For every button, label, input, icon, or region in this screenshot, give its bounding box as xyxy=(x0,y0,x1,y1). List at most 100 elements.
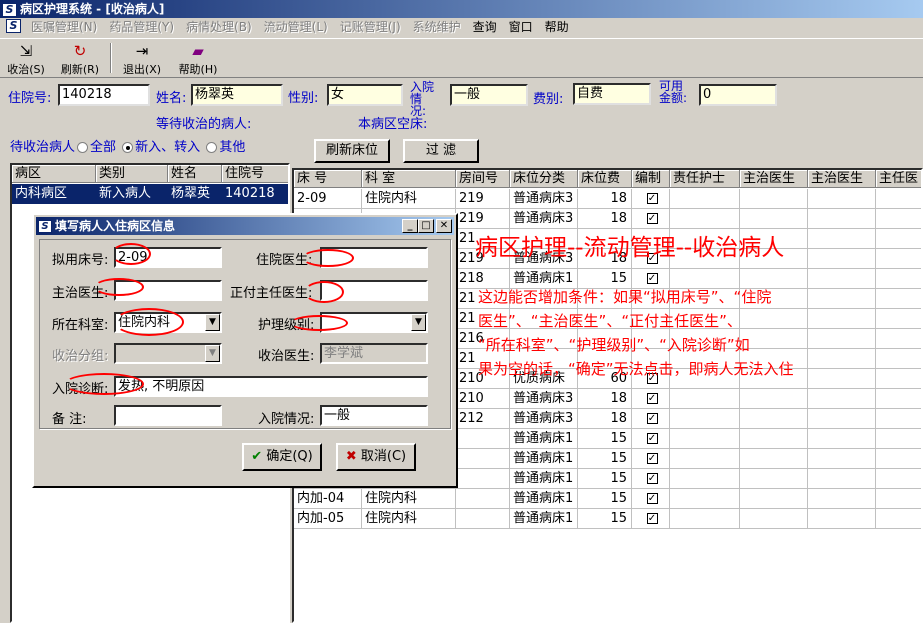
annotation-heading: 病区护理--流动管理--收治病人 xyxy=(475,235,785,261)
table-row[interactable]: 内加-05 住院内科 普通病床1 15 ✓ xyxy=(294,509,921,529)
table-cell xyxy=(876,469,921,489)
diagnosis-field[interactable]: 发热, 不明原因 xyxy=(114,376,428,397)
close-icon[interactable]: ✕ xyxy=(436,219,452,233)
checkbox-checked-icon[interactable]: ✓ xyxy=(646,513,658,524)
dialog-admit-status-field[interactable]: 一般 xyxy=(320,405,428,426)
chevron-down-icon[interactable]: ▼ xyxy=(205,314,220,331)
table-cell xyxy=(740,469,808,489)
minimize-icon[interactable]: _ xyxy=(402,219,418,233)
table-cell: 普通病床1 xyxy=(510,489,578,509)
col-ward[interactable]: 病区 xyxy=(12,165,96,183)
checkbox-checked-icon[interactable]: ✓ xyxy=(646,433,658,444)
waiting-filter-label: 待收治病人 xyxy=(10,140,76,155)
table-cell: 普通病床1 xyxy=(510,469,578,489)
staffed-checkbox: ✓ xyxy=(632,389,670,409)
menu-drugs[interactable]: 药品管理(Y) xyxy=(103,18,180,36)
table-row[interactable]: 2-09 住院内科 219 普通病床3 18 ✓ xyxy=(294,189,921,209)
col-dept[interactable]: 科 室 xyxy=(362,170,456,188)
table-cell xyxy=(740,309,808,329)
col-bed-no[interactable]: 床 号 xyxy=(294,170,362,188)
dialog-title: 填写病人入住病区信息 xyxy=(55,219,176,233)
help-book-icon: ▰ xyxy=(192,42,204,60)
table-cell: 普通病床1 xyxy=(510,509,578,529)
table-row[interactable]: 内科病区 新入病人 杨翠英 140218 xyxy=(12,184,288,204)
table-cell: 15 xyxy=(578,429,632,449)
checkbox-checked-icon[interactable]: ✓ xyxy=(646,413,658,424)
table-cell xyxy=(670,209,740,229)
menu-window[interactable]: 窗口 xyxy=(503,18,539,36)
table-cell xyxy=(670,189,740,209)
patient-sex-field[interactable]: 女 xyxy=(327,84,403,106)
table-cell xyxy=(876,289,921,309)
table-cell xyxy=(808,489,876,509)
checkbox-checked-icon[interactable]: ✓ xyxy=(646,193,658,204)
ok-button[interactable]: ✔ 确定(Q) xyxy=(242,443,322,471)
table-cell xyxy=(670,489,740,509)
fee-type-field[interactable]: 自费 xyxy=(573,83,651,105)
refresh-icon: ↻ xyxy=(73,42,87,60)
menu-app-icon[interactable]: S xyxy=(6,19,21,33)
help-button[interactable]: ▰ 帮助(H) xyxy=(172,41,224,77)
staffed-checkbox: ✓ xyxy=(632,429,670,449)
col-attending-2[interactable]: 主治医生 xyxy=(808,170,876,188)
col-attending-1[interactable]: 主治医生 xyxy=(740,170,808,188)
exit-button[interactable]: ⇥ 退出(X) xyxy=(116,41,168,77)
col-chief[interactable]: 主任医 xyxy=(876,170,921,188)
radio-all[interactable] xyxy=(77,142,89,153)
col-category[interactable]: 类别 xyxy=(96,165,168,183)
menu-help[interactable]: 帮助 xyxy=(539,18,575,36)
annotation-line: “所在科室”、“护理级别”、“入院诊断”如 xyxy=(478,336,750,354)
table-cell: 15 xyxy=(578,509,632,529)
table-cell xyxy=(808,389,876,409)
available-amount-field[interactable]: 0 xyxy=(699,84,777,106)
table-row[interactable]: 内加-04 住院内科 普通病床1 15 ✓ xyxy=(294,489,921,509)
fee-type-label: 费别: xyxy=(533,92,564,107)
menu-system[interactable]: 系统维护 xyxy=(407,18,467,36)
table-cell: 2-09 xyxy=(294,189,362,209)
checkbox-checked-icon[interactable]: ✓ xyxy=(646,493,658,504)
menu-query[interactable]: 查询 xyxy=(467,18,503,36)
menu-condition[interactable]: 病情处理(B) xyxy=(180,18,258,36)
table-cell xyxy=(808,209,876,229)
maximize-icon[interactable]: □ xyxy=(418,219,434,233)
checkbox-checked-icon[interactable]: ✓ xyxy=(646,213,658,224)
admit-status-label: 入院情况: xyxy=(410,80,435,118)
menu-flow[interactable]: 流动管理(L) xyxy=(258,18,334,36)
admit-status-field[interactable]: 一般 xyxy=(450,84,528,106)
table-cell: 内加-05 xyxy=(294,509,362,529)
table-cell xyxy=(670,429,740,449)
note-field[interactable] xyxy=(114,405,222,426)
radio-new-transfer[interactable] xyxy=(122,142,134,153)
table-cell: 18 xyxy=(578,389,632,409)
cancel-button[interactable]: ✖ 取消(C) xyxy=(336,443,416,471)
refresh-beds-button[interactable]: 刷新床位 xyxy=(314,139,390,163)
checkbox-checked-icon[interactable]: ✓ xyxy=(646,393,658,404)
col-bed-fee[interactable]: 床位费 xyxy=(578,170,632,188)
col-staffed[interactable]: 编制 xyxy=(632,170,670,188)
waiting-patients-label: 等待收治的病人: xyxy=(156,117,252,132)
table-cell: 210 xyxy=(456,389,510,409)
admit-button[interactable]: ⇲ 收治(S) xyxy=(0,41,52,77)
menu-billing[interactable]: 记账管理(J) xyxy=(334,18,407,36)
checkbox-checked-icon[interactable]: ✓ xyxy=(646,273,658,284)
col-patient-id[interactable]: 住院号 xyxy=(222,165,288,183)
chevron-down-icon[interactable]: ▼ xyxy=(411,314,426,331)
radio-other[interactable] xyxy=(206,142,218,153)
patient-id-field[interactable]: 140218 xyxy=(58,84,150,106)
checkbox-checked-icon[interactable]: ✓ xyxy=(646,453,658,464)
col-name[interactable]: 姓名 xyxy=(168,165,222,183)
checkbox-checked-icon[interactable]: ✓ xyxy=(646,473,658,484)
table-cell xyxy=(876,369,921,389)
refresh-button[interactable]: ↻ 刷新(R) xyxy=(54,41,106,77)
table-cell xyxy=(456,449,510,469)
patient-name-field[interactable]: 杨翠英 xyxy=(191,84,283,106)
table-cell xyxy=(876,189,921,209)
col-nurse[interactable]: 责任护士 xyxy=(670,170,740,188)
col-bed-class[interactable]: 床位分类 xyxy=(510,170,578,188)
col-room[interactable]: 房间号 xyxy=(456,170,510,188)
table-cell xyxy=(740,209,808,229)
table-cell xyxy=(808,229,876,249)
filter-button[interactable]: 过 滤 xyxy=(403,139,479,163)
admit-dialog: S 填写病人入住病区信息 _ □ ✕ 拟用床号: 2-09 住院医生: 主治医生:… xyxy=(32,213,458,488)
menu-orders[interactable]: 医嘱管理(N) xyxy=(25,18,103,36)
